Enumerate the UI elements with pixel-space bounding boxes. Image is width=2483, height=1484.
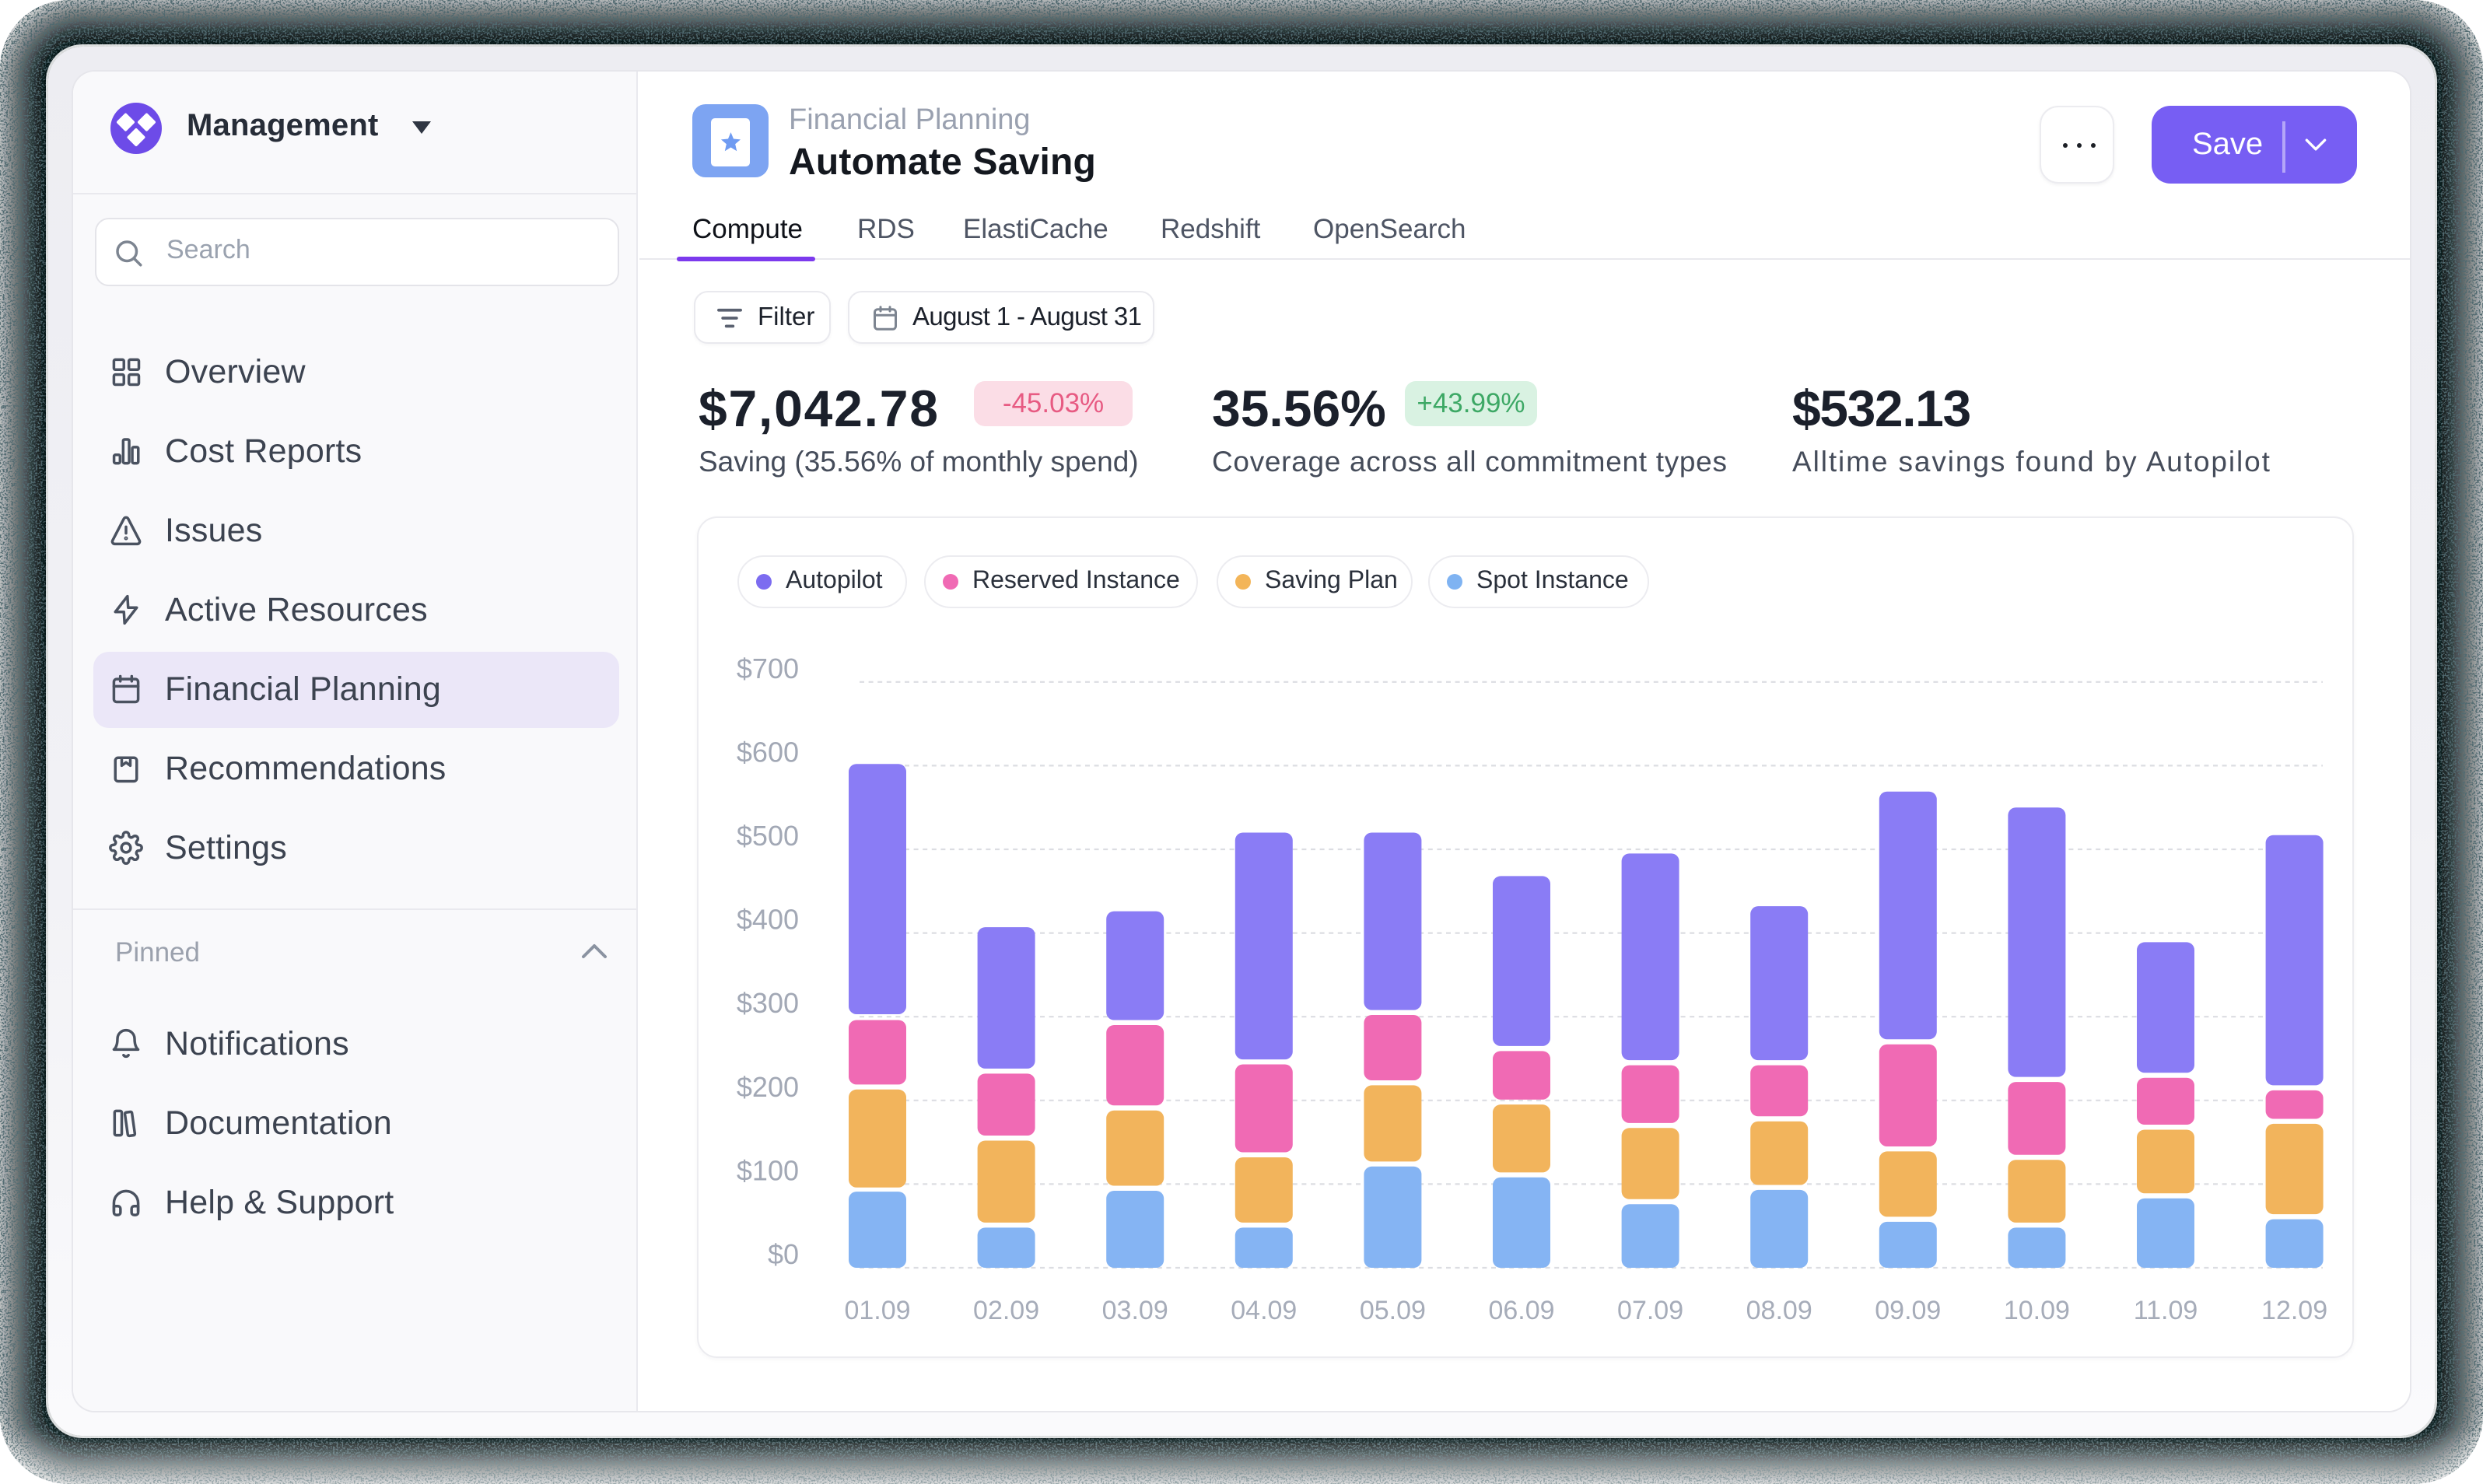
svg-text:$0: $0 xyxy=(768,1237,799,1269)
svg-text:05.09: 05.09 xyxy=(1360,1295,1426,1325)
svg-text:$200: $200 xyxy=(737,1070,799,1102)
svg-text:$500: $500 xyxy=(737,819,799,851)
svg-text:12.09: 12.09 xyxy=(2261,1295,2327,1325)
svg-text:06.09: 06.09 xyxy=(1488,1295,1554,1325)
svg-text:02.09: 02.09 xyxy=(973,1295,1039,1325)
svg-text:$700: $700 xyxy=(737,652,799,684)
svg-text:$400: $400 xyxy=(737,903,799,935)
svg-text:01.09: 01.09 xyxy=(844,1295,910,1325)
svg-text:$100: $100 xyxy=(737,1153,799,1185)
svg-text:03.09: 03.09 xyxy=(1102,1295,1168,1325)
svg-text:08.09: 08.09 xyxy=(1746,1295,1812,1325)
svg-text:$300: $300 xyxy=(737,986,799,1018)
svg-text:11.09: 11.09 xyxy=(2134,1295,2198,1325)
svg-text:$600: $600 xyxy=(737,735,799,767)
svg-text:10.09: 10.09 xyxy=(2004,1295,2070,1325)
svg-text:04.09: 04.09 xyxy=(1231,1295,1297,1325)
svg-text:09.09: 09.09 xyxy=(1875,1295,1941,1325)
svg-text:07.09: 07.09 xyxy=(1617,1295,1683,1325)
